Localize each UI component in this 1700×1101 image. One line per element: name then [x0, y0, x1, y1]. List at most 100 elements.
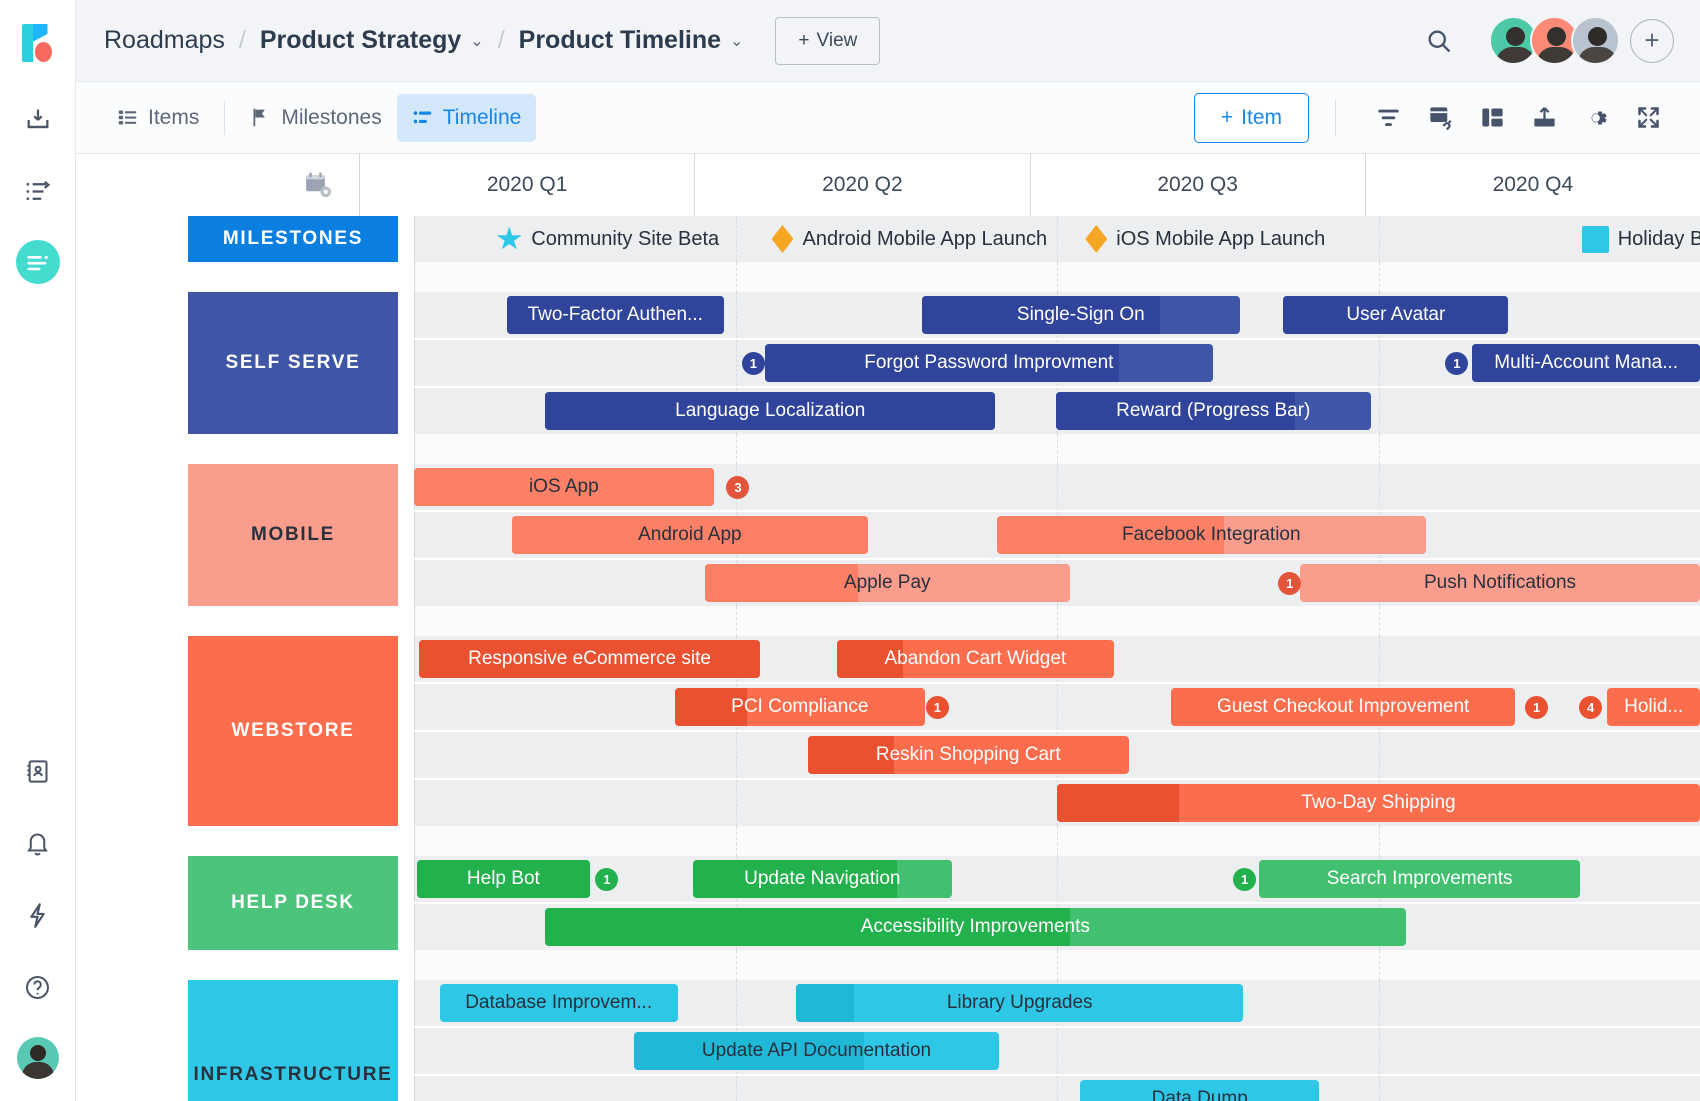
dependency-badge[interactable]: 1 — [741, 352, 765, 375]
timeline-bar[interactable]: iOS App — [414, 468, 714, 506]
export-upload-icon[interactable] — [1518, 94, 1570, 142]
swimlane-label[interactable]: MILESTONES — [188, 216, 398, 262]
bar-label: iOS App — [528, 476, 599, 497]
bar-label: Library Upgrades — [946, 992, 1093, 1013]
timeline-bar[interactable]: Holid... — [1607, 688, 1700, 726]
roadmap-lines-icon[interactable] — [15, 240, 60, 284]
timeline-bar[interactable]: Push Notifications — [1300, 564, 1700, 602]
timeline-bar[interactable]: Data Dump — [1080, 1080, 1320, 1101]
dependency-badge[interactable]: 1 — [1278, 572, 1302, 595]
bar-label: Reward (Progress Bar) — [1116, 400, 1311, 421]
timeline-bar[interactable]: Two-Factor Authen... — [506, 296, 724, 334]
chevron-down-icon[interactable]: ⌄ — [470, 31, 483, 51]
timeline-bar[interactable]: Help Bot — [416, 860, 591, 898]
contacts-book-icon[interactable] — [16, 749, 60, 793]
user-avatar[interactable] — [16, 1037, 59, 1079]
swimlane-mobile: MOBILE iOS App 3 Android App Facebook Integr… — [76, 464, 1700, 606]
add-member-button[interactable]: + — [1630, 18, 1674, 63]
layout-columns-icon[interactable] — [1466, 94, 1518, 142]
dependency-badge[interactable]: 1 — [1233, 868, 1257, 891]
add-view-label: View — [816, 29, 858, 51]
timeline-icon — [412, 107, 433, 128]
roadmunk-logo[interactable] — [18, 22, 58, 64]
milestone-label: Android Mobile App Launch — [802, 227, 1048, 250]
bar-label: Update Navigation — [744, 868, 901, 889]
swimlane-label[interactable]: INFRASTRUCTURE — [188, 980, 398, 1101]
add-item-label: Item — [1241, 105, 1282, 129]
timeline-row: Help Bot Update Navigation Search Improvem… — [414, 856, 1700, 902]
timeline-bar[interactable]: Forgot Password Improvment — [765, 344, 1213, 382]
search-icon[interactable] — [1417, 19, 1461, 63]
timeline-bar[interactable]: Database Improvem... — [439, 984, 678, 1022]
milestone-row: Community Site Beta Android Mobile App La… — [414, 216, 1700, 262]
dependency-badge[interactable]: 1 — [1445, 352, 1469, 375]
dependency-badge[interactable]: 1 — [1525, 696, 1549, 719]
quarter-header-2[interactable]: 2020 Q2 — [694, 154, 1029, 216]
bar-label: Abandon Cart Widget — [884, 648, 1067, 669]
settings-gear-icon[interactable] — [1570, 94, 1622, 142]
fullscreen-expand-icon[interactable] — [1622, 94, 1674, 142]
milestone-marker[interactable]: Holiday Bla... — [1581, 216, 1700, 262]
swimlane-label[interactable]: MOBILE — [188, 464, 398, 606]
tab-items[interactable]: Items — [102, 94, 214, 142]
timeline-bar[interactable]: Android App — [511, 516, 868, 554]
timeline-bar[interactable]: Apple Pay — [704, 564, 1070, 602]
lightning-bolt-icon[interactable] — [16, 893, 60, 937]
milestone-marker[interactable]: iOS Mobile App Launch — [1085, 216, 1325, 262]
filter-icon[interactable] — [1362, 94, 1414, 142]
add-item-button[interactable]: + Item — [1193, 92, 1309, 143]
timeline-bar[interactable]: Update Navigation — [693, 860, 952, 898]
timeline-bar[interactable]: User Avatar — [1283, 296, 1509, 334]
timeline-bar[interactable]: Reskin Shopping Cart — [807, 736, 1130, 774]
timeline-bar[interactable]: Guest Checkout Improvement — [1171, 688, 1515, 726]
gridlines — [414, 262, 1700, 292]
timeline-bar[interactable]: Single-Sign On — [921, 296, 1240, 334]
swimlane-help-desk: HELP DESK Help Bot Update Navigation Search… — [76, 856, 1700, 950]
breadcrumb-roadmaps[interactable]: Roadmaps — [104, 26, 225, 55]
add-view-button[interactable]: + View — [775, 16, 881, 65]
dependency-badge[interactable]: 4 — [1579, 696, 1603, 719]
quarter-header-1[interactable]: 2020 Q1 — [359, 154, 694, 216]
timeline-bar[interactable]: Accessibility Improvements — [545, 908, 1406, 946]
avatar[interactable] — [1571, 16, 1620, 65]
list-reorder-icon[interactable] — [16, 169, 60, 213]
timeline-bar[interactable]: Abandon Cart Widget — [837, 640, 1114, 678]
calendar-settings-icon[interactable] — [76, 154, 359, 216]
breadcrumb-product-strategy[interactable]: Product Strategy — [260, 26, 461, 55]
timeline-bar[interactable]: Language Localization — [545, 392, 996, 430]
timeline-bar[interactable]: Library Upgrades — [795, 984, 1244, 1022]
swimlane-label[interactable]: WEBSTORE — [188, 636, 398, 826]
timeline-bar[interactable]: Two-Day Shipping — [1057, 784, 1700, 822]
tab-timeline[interactable]: Timeline — [396, 93, 537, 142]
timeline-row: iOS App 3 — [414, 464, 1700, 510]
milestone-label: iOS Mobile App Launch — [1116, 227, 1326, 250]
inbox-download-icon[interactable] — [16, 98, 60, 142]
quarter-header-4[interactable]: 2020 Q4 — [1364, 154, 1700, 216]
timeline-row: Two-Factor Authen... Single-Sign On User A… — [414, 292, 1700, 338]
tab-milestones[interactable]: Milestones — [235, 94, 396, 142]
timeline-bar[interactable]: Multi-Account Mana... — [1472, 344, 1700, 382]
timeline-bar[interactable]: Facebook Integration — [996, 516, 1427, 554]
swimlane-label[interactable]: SELF SERVE — [188, 292, 398, 434]
bell-icon[interactable] — [16, 821, 60, 865]
dependency-badge[interactable]: 3 — [726, 476, 750, 499]
milestone-marker[interactable]: Android Mobile App Launch — [771, 216, 1048, 262]
help-circle-icon[interactable] — [16, 965, 60, 1009]
chevron-down-icon-2[interactable]: ⌄ — [730, 31, 743, 51]
milestone-marker[interactable]: Community Site Beta — [496, 216, 719, 262]
dependencies-icon[interactable] — [1414, 94, 1466, 142]
gridlines — [414, 606, 1700, 636]
dependency-badge[interactable]: 1 — [595, 868, 619, 891]
timeline-bar[interactable]: Update API Documentation — [633, 1032, 1000, 1070]
dependency-badge[interactable]: 1 — [925, 696, 949, 719]
timeline-row: Forgot Password Improvment Multi-Account … — [414, 340, 1700, 386]
milestone-label: Holiday Bla... — [1617, 227, 1700, 250]
timeline-bar[interactable]: Responsive eCommerce site — [419, 640, 760, 678]
breadcrumb-product-timeline[interactable]: Product Timeline — [519, 26, 721, 55]
timeline-bar[interactable]: Search Improvements — [1258, 860, 1581, 898]
timeline-bar[interactable]: PCI Compliance — [675, 688, 925, 726]
quarter-header-3[interactable]: 2020 Q3 — [1029, 154, 1365, 216]
bar-label: Android App — [638, 524, 742, 545]
timeline-bar[interactable]: Reward (Progress Bar) — [1055, 392, 1371, 430]
swimlane-label[interactable]: HELP DESK — [188, 856, 398, 950]
